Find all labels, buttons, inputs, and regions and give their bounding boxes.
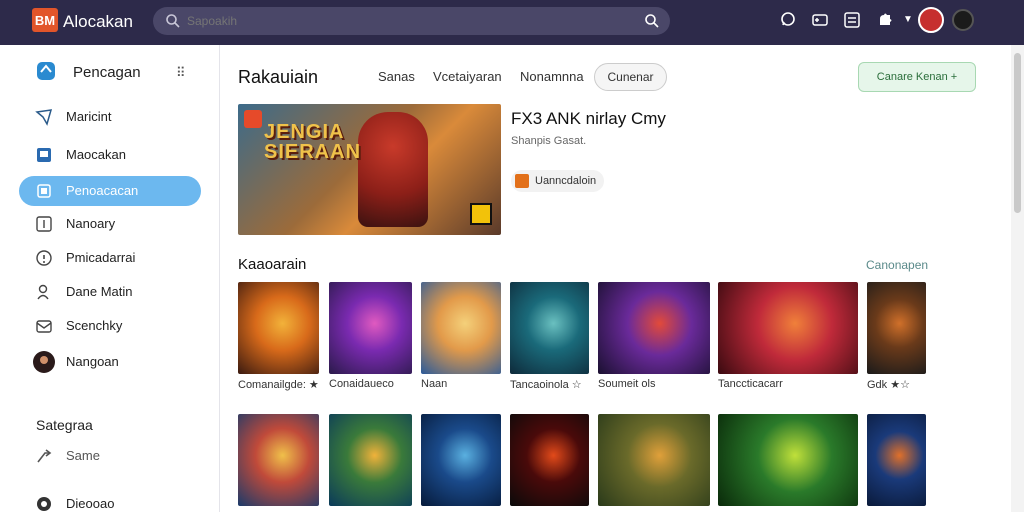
sidebar-item-label: Maricint: [66, 109, 112, 124]
game-card-caption: Conaidaueco: [329, 378, 394, 390]
rating-badge-icon: [470, 203, 492, 225]
mail-icon: [36, 320, 52, 333]
sidebar-item-5[interactable]: Dane Matin: [19, 277, 201, 307]
game-card-caption: Soumeit ols: [598, 378, 656, 390]
grid-icon[interactable]: ⠿: [176, 65, 186, 81]
game-badge-icon: [244, 110, 262, 128]
game-card-caption: Tanccticacarr: [718, 378, 783, 390]
game-card[interactable]: [421, 414, 501, 506]
scrollbar[interactable]: [1011, 45, 1024, 512]
game-card[interactable]: [598, 414, 710, 506]
sidebar-item-label: Dieooao: [66, 496, 115, 511]
gamepad-icon: [37, 184, 51, 198]
sidebar-item-label: Pmicadarrai: [66, 250, 136, 265]
tab-2[interactable]: Nonamnna: [520, 69, 584, 84]
search-icon: [166, 14, 180, 28]
game-card[interactable]: [238, 282, 319, 374]
game-card[interactable]: [510, 414, 589, 506]
app-title: Alocakan: [63, 12, 133, 31]
game-card[interactable]: [867, 414, 926, 506]
profile-avatar[interactable]: [952, 9, 974, 31]
search-input[interactable]: [187, 11, 627, 31]
share-icon: [37, 449, 52, 463]
user-avatar[interactable]: [918, 7, 944, 33]
game-card[interactable]: [867, 282, 926, 374]
game-card-caption: Comanailgde: ★: [238, 379, 319, 391]
page-title: Rakauiain: [238, 67, 319, 87]
search-bar[interactable]: [153, 7, 670, 35]
sidebar-item-3[interactable]: Nanoary: [19, 209, 201, 239]
book-icon: [37, 148, 51, 162]
sidebar-item-6[interactable]: Scenchky: [19, 311, 201, 341]
scrollbar-thumb[interactable]: [1014, 53, 1021, 213]
compass-icon: [35, 109, 53, 126]
sidebar: Pencagan ⠿ Maricint Maocakan Penoacacan …: [0, 45, 220, 512]
tab-0[interactable]: Sanas: [378, 69, 415, 84]
app-logo[interactable]: BM: [32, 8, 58, 32]
top-bar: BM Alocakan ▼: [0, 0, 1024, 45]
featured-hero-image[interactable]: JENGIA SIERAAN: [238, 104, 501, 235]
search-submit-icon[interactable]: [644, 13, 660, 29]
sidebar-header-label: Pencagan: [73, 64, 141, 81]
sidebar-item-label: Same: [66, 448, 100, 463]
game-card[interactable]: [329, 282, 412, 374]
dot-icon: [37, 497, 51, 511]
game-card[interactable]: [598, 282, 710, 374]
sidebar-item-label: Penoacacan: [66, 183, 139, 198]
section-see-all-link[interactable]: Canonapen: [866, 258, 928, 272]
sidebar-item-label: Dane Matin: [66, 284, 133, 299]
list-icon[interactable]: [843, 11, 861, 29]
sidebar-item-label: Nanoary: [66, 216, 116, 231]
sidebar-item-4[interactable]: Pmicadarrai: [19, 243, 201, 273]
sidebar-section-item-0[interactable]: Same: [19, 441, 201, 471]
puzzle-icon[interactable]: [876, 11, 894, 29]
sidebar-item-7[interactable]: Nangoan: [19, 347, 201, 377]
game-card-caption: Gdk ★☆: [867, 379, 910, 391]
game-card-caption: Tancaoinola ☆: [510, 379, 582, 391]
game-card-caption: Naan: [421, 378, 448, 390]
sidebar-item-1[interactable]: Maocakan: [19, 140, 201, 170]
info-icon: [36, 250, 52, 266]
main-content: Rakauiain Sanas Vcetaiyaran Nonamnna Cun…: [221, 45, 1011, 512]
game-card[interactable]: [510, 282, 589, 374]
featured-game-title[interactable]: FX3 ANK nirlay Cmy: [511, 109, 666, 129]
game-card[interactable]: [718, 414, 858, 506]
sidebar-item-0[interactable]: Maricint: [19, 102, 201, 132]
game-card[interactable]: [421, 282, 501, 374]
tab-active-pill[interactable]: Cunenar: [594, 63, 667, 91]
user-icon: [37, 284, 49, 300]
sidebar-section-item-1[interactable]: Dieooao: [19, 489, 201, 519]
sidebar-item-2[interactable]: Penoacacan: [19, 176, 201, 206]
chat-icon[interactable]: [779, 11, 797, 29]
tab-1[interactable]: Vcetaiyaran: [433, 69, 502, 84]
game-card[interactable]: [329, 414, 412, 506]
add-button[interactable]: Canare Kenan +: [858, 62, 976, 92]
sidebar-item-label: Nangoan: [66, 354, 119, 369]
developer-name: Uanncdaloin: [535, 175, 597, 187]
list-icon: [36, 216, 52, 232]
avatar: [33, 351, 55, 373]
hero-title: JENGIA SIERAAN: [264, 121, 362, 163]
game-card[interactable]: [238, 414, 319, 506]
section-title: Kaaoarain: [238, 256, 307, 273]
developer-chip[interactable]: Uanncdaloin: [511, 170, 605, 192]
game-card[interactable]: [718, 282, 858, 374]
developer-icon: [515, 174, 529, 188]
home-logo-icon: [37, 62, 55, 80]
featured-game-subtitle: Shanpis Gasat.: [511, 135, 587, 147]
chevron-down-icon[interactable]: ▼: [903, 14, 913, 25]
sidebar-item-label: Maocakan: [66, 147, 126, 162]
gamepad-icon[interactable]: [811, 11, 829, 29]
sidebar-item-label: Scenchky: [66, 318, 123, 333]
sidebar-section-title: Sategraa: [36, 417, 93, 433]
